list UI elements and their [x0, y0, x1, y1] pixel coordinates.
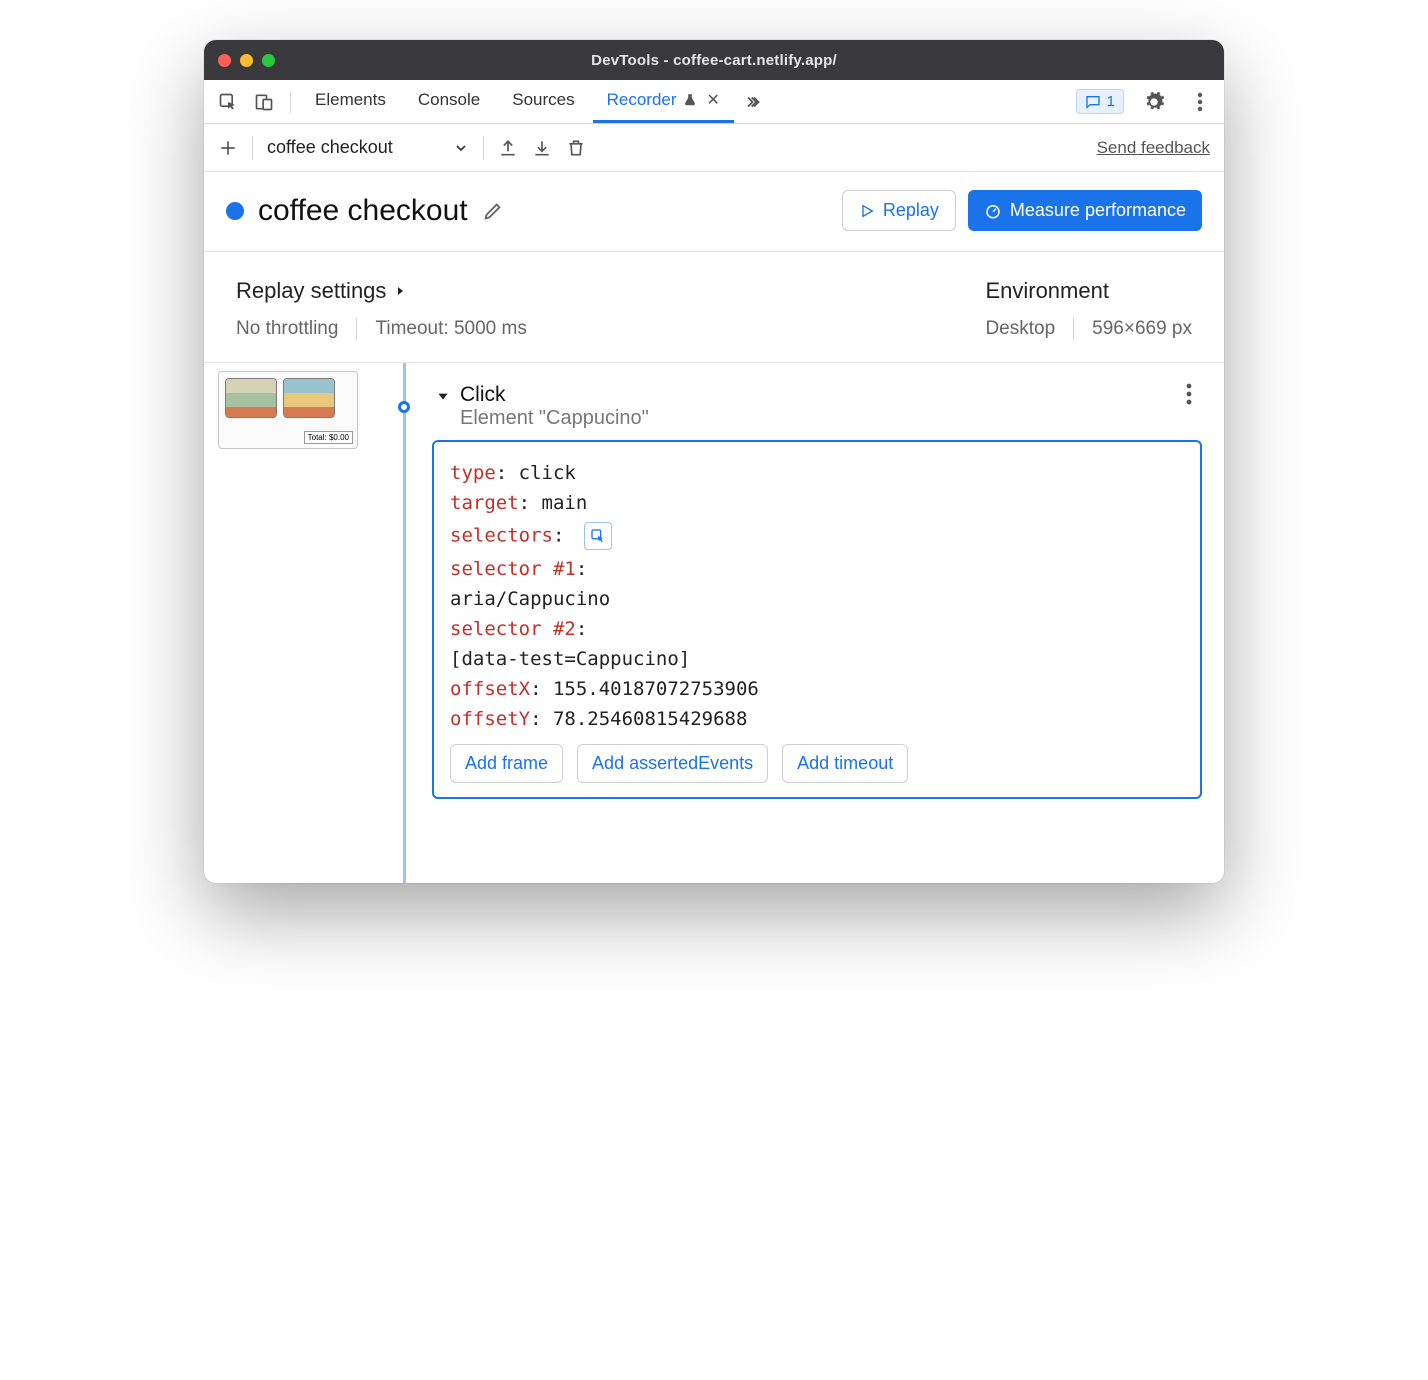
tab-sources[interactable]: Sources — [498, 80, 588, 123]
throttling-value[interactable]: No throttling — [236, 318, 338, 340]
timeline: Total: $0.00 Click Element "Cappucino" — [204, 363, 1224, 883]
button-label: Measure performance — [1010, 200, 1186, 221]
gear-icon[interactable] — [1138, 86, 1170, 118]
field-key: type — [450, 462, 496, 484]
timeline-step-dot[interactable] — [398, 401, 410, 413]
flask-icon — [683, 93, 697, 107]
tab-elements[interactable]: Elements — [301, 80, 400, 123]
minimize-window-button[interactable] — [240, 54, 253, 67]
timeout-value[interactable]: Timeout: 5000 ms — [375, 318, 526, 340]
replay-settings-toggle[interactable]: Replay settings — [236, 278, 527, 304]
window-title: DevTools - coffee-cart.netlify.app/ — [204, 52, 1224, 69]
issues-count: 1 — [1107, 93, 1115, 110]
traffic-lights — [218, 54, 275, 67]
add-asserted-events-button[interactable]: Add assertedEvents — [577, 744, 768, 783]
tab-label: Recorder — [607, 90, 677, 110]
divider — [356, 318, 357, 340]
recorder-toolbar: coffee checkout Send feedback — [204, 124, 1224, 172]
devtools-tabbar: Elements Console Sources Recorder ✕ 1 — [204, 80, 1224, 124]
field-value[interactable]: aria/Cappucino — [450, 588, 610, 610]
field-value[interactable]: click — [519, 462, 576, 484]
selector-picker-icon[interactable] — [584, 522, 612, 550]
maximize-window-button[interactable] — [262, 54, 275, 67]
close-window-button[interactable] — [218, 54, 231, 67]
divider — [483, 136, 484, 160]
tab-console[interactable]: Console — [404, 80, 494, 123]
more-tabs-icon[interactable] — [738, 86, 770, 118]
triangle-right-icon — [394, 285, 406, 297]
recording-header: coffee checkout Replay Measure performan… — [204, 172, 1224, 252]
recording-status-dot — [226, 202, 244, 220]
step-details-editor[interactable]: type: click target: main selectors: sele… — [432, 440, 1202, 799]
step-thumbnail[interactable]: Total: $0.00 — [218, 371, 358, 449]
chat-icon — [1085, 94, 1101, 110]
triangle-down-icon — [436, 389, 450, 403]
settings-row: Replay settings No throttling Timeout: 5… — [204, 252, 1224, 363]
device-toolbar-icon[interactable] — [248, 86, 280, 118]
device-value: Desktop — [985, 318, 1055, 340]
issues-badge[interactable]: 1 — [1076, 89, 1124, 114]
tab-recorder[interactable]: Recorder ✕ — [593, 80, 734, 123]
delete-icon[interactable] — [566, 138, 586, 158]
divider — [1073, 318, 1074, 340]
field-key: selector #1 — [450, 558, 576, 580]
recording-name: coffee checkout — [267, 137, 393, 158]
environment-title: Environment — [985, 278, 1192, 304]
step-subtitle: Element "Cappucino" — [460, 407, 649, 430]
field-value[interactable]: 78.25460815429688 — [553, 708, 747, 730]
step-kebab-menu-icon[interactable] — [1176, 383, 1202, 405]
recording-selector[interactable]: coffee checkout — [267, 137, 469, 158]
export-icon[interactable] — [498, 138, 518, 158]
new-recording-icon[interactable] — [218, 138, 238, 158]
kebab-menu-icon[interactable] — [1184, 86, 1216, 118]
timeline-rail — [403, 363, 406, 883]
button-label: Replay — [883, 200, 939, 221]
settings-title-label: Replay settings — [236, 278, 386, 304]
field-key: selector #2 — [450, 618, 576, 640]
inspect-element-icon[interactable] — [212, 86, 244, 118]
field-key: offsetY — [450, 708, 530, 730]
divider — [290, 91, 291, 113]
recording-title: coffee checkout — [258, 194, 468, 228]
add-timeout-button[interactable]: Add timeout — [782, 744, 908, 783]
divider — [252, 136, 253, 160]
field-key: offsetX — [450, 678, 530, 700]
step-header[interactable]: Click Element "Cappucino" — [432, 377, 1202, 440]
gauge-icon — [984, 202, 1002, 220]
field-value[interactable]: 155.40187072753906 — [553, 678, 759, 700]
close-tab-icon[interactable]: ✕ — [707, 90, 720, 110]
chevron-down-icon — [453, 140, 469, 156]
measure-performance-button[interactable]: Measure performance — [968, 190, 1202, 231]
field-key: selectors — [450, 525, 553, 547]
tab-label: Console — [418, 90, 480, 110]
field-value[interactable]: [data-test=Cappucino] — [450, 648, 690, 670]
titlebar: DevTools - coffee-cart.netlify.app/ — [204, 40, 1224, 80]
step-title: Click — [460, 383, 649, 407]
field-key: target — [450, 492, 519, 514]
thumbnail-price: Total: $0.00 — [304, 431, 353, 444]
play-icon — [859, 203, 875, 219]
field-value[interactable]: main — [542, 492, 588, 514]
viewport-value: 596×669 px — [1092, 318, 1192, 340]
tab-label: Sources — [512, 90, 574, 110]
tab-label: Elements — [315, 90, 386, 110]
import-icon[interactable] — [532, 138, 552, 158]
send-feedback-link[interactable]: Send feedback — [1097, 138, 1210, 158]
devtools-window: DevTools - coffee-cart.netlify.app/ Elem… — [204, 40, 1224, 883]
edit-title-icon[interactable] — [482, 200, 504, 222]
add-frame-button[interactable]: Add frame — [450, 744, 563, 783]
replay-button[interactable]: Replay — [842, 190, 956, 231]
